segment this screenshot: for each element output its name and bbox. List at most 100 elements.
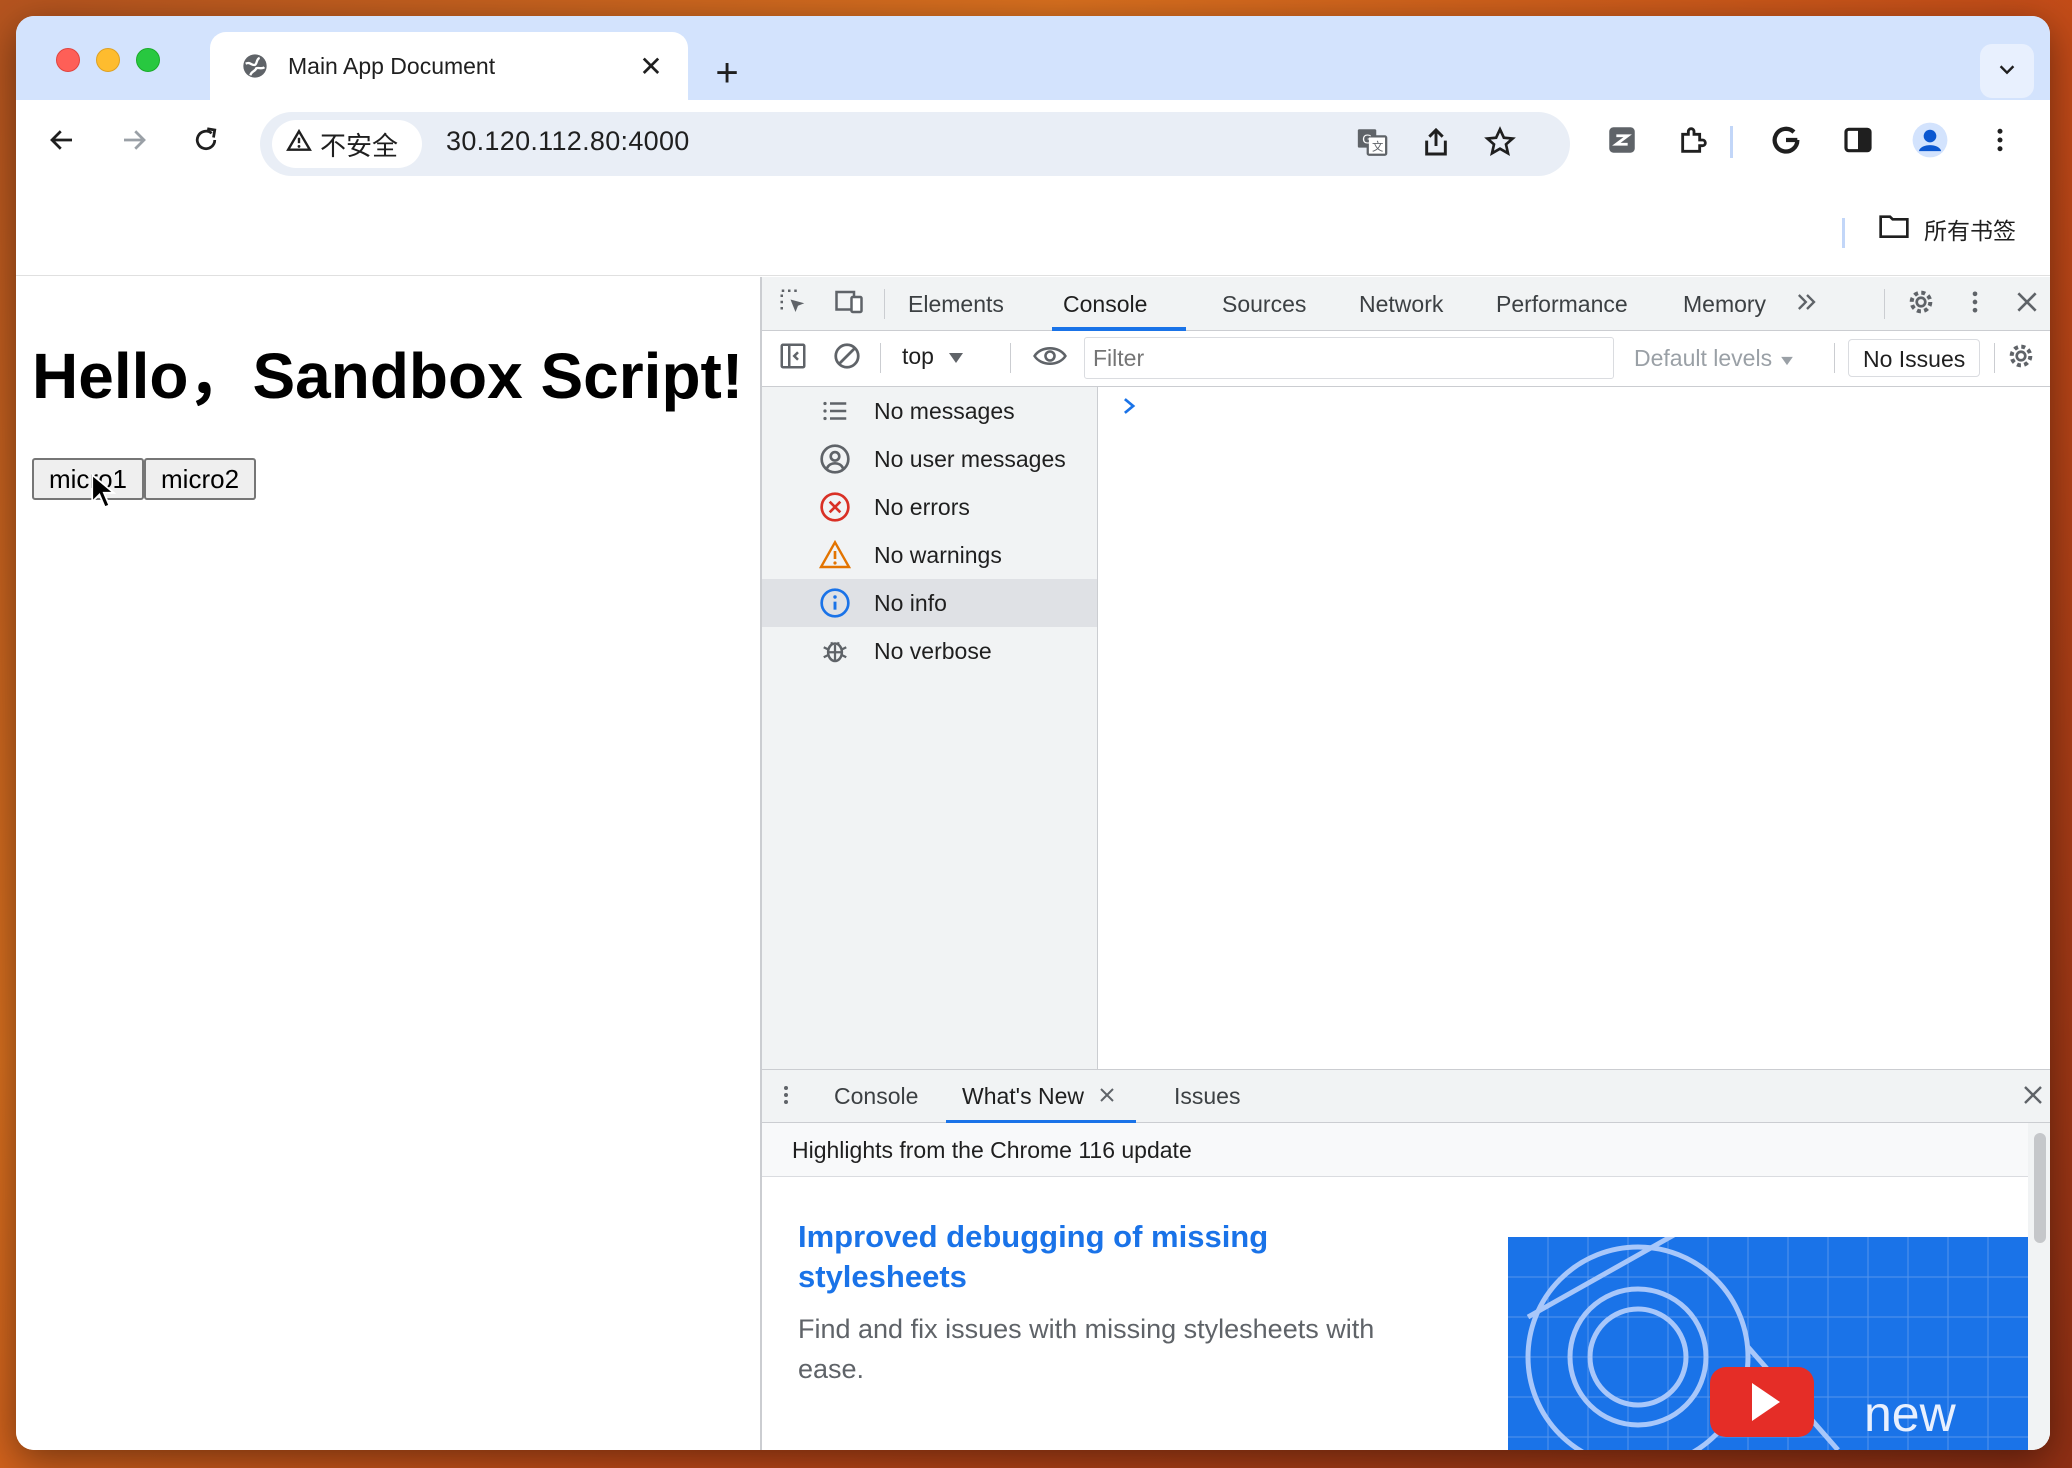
arrow-left-icon bbox=[47, 125, 77, 160]
close-window-button[interactable] bbox=[56, 48, 80, 72]
close-tab-icon[interactable]: ✕ bbox=[636, 50, 666, 83]
sidebar-item-errors[interactable]: No errors bbox=[762, 483, 1097, 531]
article-description: Find and fix issues with missing stylesh… bbox=[798, 1314, 1375, 1384]
console-toolbar: top Default levels No Issues bbox=[762, 331, 2050, 387]
bookmarks-separator bbox=[1842, 218, 1845, 248]
drawer-tab-label: What's New bbox=[962, 1083, 1084, 1109]
svg-text:文: 文 bbox=[1372, 139, 1383, 153]
page-content: Hello，Sandbox Script! micro1 micro2 bbox=[16, 277, 760, 1450]
more-tabs-button[interactable] bbox=[1792, 289, 1822, 319]
micro1-button[interactable]: micro1 bbox=[32, 458, 145, 500]
tab-main-app-document[interactable]: Main App Document ✕ bbox=[210, 32, 688, 100]
all-bookmarks-label: 所有书签 bbox=[1924, 218, 2016, 244]
google-button[interactable] bbox=[1764, 120, 1808, 164]
kebab-menu-icon bbox=[1961, 288, 1989, 321]
reload-icon bbox=[191, 125, 221, 160]
translate-button[interactable]: G文 bbox=[1350, 122, 1394, 166]
svg-text:G: G bbox=[1362, 132, 1372, 147]
micro2-button[interactable]: micro2 bbox=[144, 458, 257, 500]
block-icon bbox=[832, 341, 862, 376]
drawer-tab-whats-new[interactable]: What's New bbox=[962, 1083, 1116, 1110]
toolbar-separator bbox=[1010, 343, 1011, 373]
browser-window: Main App Document ✕ + 不安全 30.120.112.80:… bbox=[16, 16, 2050, 1450]
chevron-double-right-icon bbox=[1793, 288, 1821, 321]
security-label: 不安全 bbox=[320, 130, 399, 161]
drawer-tab-bar: Console What's New Issues bbox=[762, 1069, 2050, 1124]
log-levels-dropdown[interactable]: Default levels bbox=[1634, 345, 1794, 372]
inspect-element-button[interactable] bbox=[776, 287, 810, 321]
devtools-settings-button[interactable] bbox=[1904, 287, 1938, 321]
toolbar-separator bbox=[1834, 343, 1835, 373]
article-video-thumbnail[interactable]: new bbox=[1508, 1237, 2030, 1450]
new-tab-button[interactable]: + bbox=[702, 48, 752, 98]
whats-new-content: Improved debugging of missing stylesheet… bbox=[762, 1177, 2030, 1450]
minimize-window-button[interactable] bbox=[96, 48, 120, 72]
toolbar-separator bbox=[880, 343, 881, 373]
context-label: top bbox=[902, 343, 934, 369]
forward-button[interactable] bbox=[112, 120, 156, 164]
show-sidebar-button[interactable] bbox=[776, 341, 810, 375]
sidebar-item-verbose[interactable]: No verbose bbox=[762, 627, 1097, 675]
inspect-cursor-icon bbox=[778, 287, 808, 322]
sidebar-item-label: No verbose bbox=[874, 637, 992, 664]
close-devtools-button[interactable] bbox=[2010, 287, 2044, 321]
sidebar-item-label: No messages bbox=[874, 397, 1015, 424]
tab-memory[interactable]: Memory bbox=[1683, 291, 1766, 318]
sidebar-item-warnings[interactable]: No warnings bbox=[762, 531, 1097, 579]
tab-network[interactable]: Network bbox=[1359, 291, 1443, 318]
security-chip[interactable]: 不安全 bbox=[272, 120, 422, 168]
live-expression-button[interactable] bbox=[1030, 341, 1070, 375]
back-button[interactable] bbox=[40, 120, 84, 164]
extension-button[interactable] bbox=[1600, 120, 1644, 164]
close-drawer-button[interactable] bbox=[2016, 1080, 2050, 1114]
folder-icon bbox=[1878, 212, 1924, 246]
share-button[interactable] bbox=[1414, 122, 1458, 166]
tab-performance[interactable]: Performance bbox=[1496, 291, 1628, 318]
maximize-window-button[interactable] bbox=[136, 48, 160, 72]
browser-menu-button[interactable] bbox=[1978, 120, 2022, 164]
scrollbar-thumb[interactable] bbox=[2034, 1133, 2046, 1243]
drawer-tab-console[interactable]: Console bbox=[834, 1083, 918, 1110]
tab-search-button[interactable] bbox=[1980, 44, 2034, 98]
console-filter-input[interactable] bbox=[1084, 337, 1614, 379]
drawer-menu-button[interactable] bbox=[774, 1080, 798, 1114]
tab-console[interactable]: Console bbox=[1063, 291, 1147, 318]
whats-new-scrollbar[interactable] bbox=[2028, 1123, 2050, 1450]
globe-icon bbox=[240, 51, 270, 81]
sidebar-item-user-messages[interactable]: No user messages bbox=[762, 435, 1097, 483]
extensions-button[interactable] bbox=[1672, 120, 1716, 164]
sidebar-item-info[interactable]: No info bbox=[762, 579, 1097, 627]
reload-button[interactable] bbox=[184, 120, 228, 164]
devtools-separator bbox=[884, 289, 885, 319]
arrow-right-icon bbox=[119, 125, 149, 160]
levels-label: Default levels bbox=[1634, 345, 1773, 371]
close-tab-icon[interactable] bbox=[1098, 1083, 1116, 1110]
warning-icon bbox=[818, 538, 852, 572]
devtools-menu-button[interactable] bbox=[1958, 287, 1992, 321]
article-title-link[interactable]: Improved debugging of missing stylesheet… bbox=[798, 1217, 1358, 1297]
console-settings-button[interactable] bbox=[2004, 341, 2038, 375]
tab-title: Main App Document bbox=[288, 52, 496, 79]
devtools-panel: Elements Console Sources Network Perform… bbox=[760, 277, 2050, 1450]
url-text[interactable]: 30.120.112.80:4000 bbox=[446, 126, 690, 157]
drawer-tab-issues[interactable]: Issues bbox=[1174, 1083, 1240, 1110]
device-toolbar-button[interactable] bbox=[832, 287, 866, 321]
star-icon bbox=[1484, 125, 1516, 163]
bug-icon bbox=[818, 634, 852, 668]
issues-counter-button[interactable]: No Issues bbox=[1848, 339, 1981, 377]
all-bookmarks-folder[interactable]: 所有书签 bbox=[1878, 212, 2016, 246]
share-icon bbox=[1420, 126, 1452, 163]
profile-button[interactable] bbox=[1908, 120, 1952, 164]
sidebar-item-messages[interactable]: No messages bbox=[762, 387, 1097, 435]
side-panel-icon bbox=[1842, 124, 1874, 161]
console-output[interactable] bbox=[1098, 387, 2050, 1069]
context-selector[interactable]: top bbox=[902, 343, 964, 370]
bookmark-star-button[interactable] bbox=[1478, 122, 1522, 166]
tab-sources[interactable]: Sources bbox=[1222, 291, 1306, 318]
address-bar[interactable]: 不安全 30.120.112.80:4000 G文 bbox=[260, 112, 1570, 176]
side-panel-button[interactable] bbox=[1836, 120, 1880, 164]
close-icon bbox=[2021, 1083, 2045, 1112]
clear-console-button[interactable] bbox=[830, 341, 864, 375]
dropdown-triangle-icon bbox=[948, 343, 964, 370]
tab-elements[interactable]: Elements bbox=[908, 291, 1004, 318]
